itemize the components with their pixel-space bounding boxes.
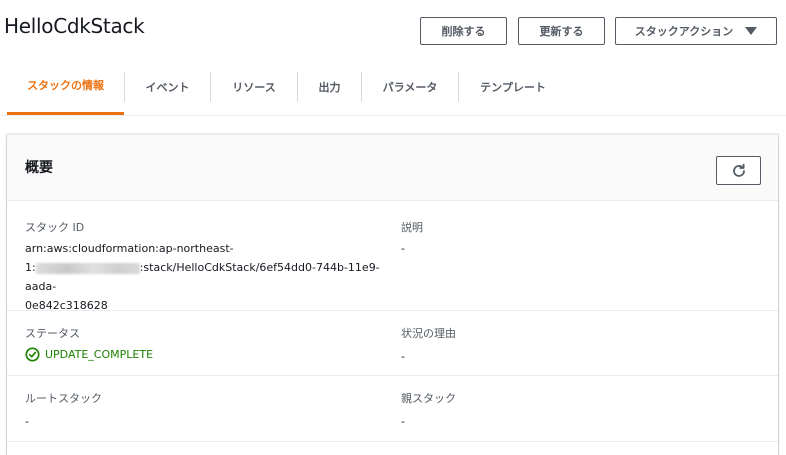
- caret-down-icon: [745, 27, 758, 35]
- overview-panel: 概要 スタック ID arn:aws:cloudformation:ap-nor…: [7, 134, 778, 455]
- redacted-account-id: [35, 262, 140, 274]
- stack-id-line: 1::stack/HelloCdkStack/6ef54dd0-744b-11e…: [25, 258, 385, 296]
- description-value: -: [401, 242, 405, 255]
- description-label: 説明: [401, 221, 423, 234]
- status-label: ステータス: [25, 327, 80, 340]
- overview-title: 概要: [25, 160, 53, 176]
- status-badge: UPDATE_COMPLETE: [25, 347, 153, 362]
- stack-actions-label: スタックアクション: [634, 25, 734, 38]
- parent-stack-value: -: [401, 415, 405, 428]
- overview-header: 概要: [7, 135, 778, 201]
- stack-id-label: スタック ID: [25, 221, 85, 234]
- tab-stack-info[interactable]: スタックの情報: [7, 58, 124, 115]
- delete-button[interactable]: 削除する: [420, 17, 507, 45]
- row-divider: [7, 375, 778, 376]
- status-reason-label: 状況の理由: [401, 327, 456, 340]
- update-button[interactable]: 更新する: [518, 17, 605, 45]
- root-stack-value: -: [25, 415, 29, 428]
- row-divider: [7, 441, 778, 442]
- status-value: UPDATE_COMPLETE: [45, 348, 154, 361]
- row-divider: [7, 310, 778, 311]
- check-circle-icon: [25, 347, 40, 362]
- refresh-button[interactable]: [716, 156, 761, 185]
- tab-template[interactable]: テンプレート: [459, 58, 567, 115]
- status-reason-value: -: [401, 350, 405, 363]
- tab-parameters[interactable]: パラメータ: [362, 58, 458, 115]
- stack-id-line: arn:aws:cloudformation:ap-northeast-: [25, 242, 234, 255]
- stack-id-line: 0e842c318628: [25, 299, 108, 312]
- tab-events[interactable]: イベント: [125, 58, 210, 115]
- parent-stack-label: 親スタック: [401, 392, 456, 405]
- tab-bar: スタックの情報 イベント リソース 出力 パラメータ テンプレート: [0, 58, 786, 116]
- refresh-icon: [732, 163, 745, 177]
- stack-id-value: arn:aws:cloudformation:ap-northeast- 1::…: [25, 239, 385, 315]
- tab-outputs[interactable]: 出力: [298, 58, 361, 115]
- stack-actions-dropdown[interactable]: スタックアクション: [615, 17, 777, 45]
- tab-resources[interactable]: リソース: [211, 58, 297, 115]
- root-stack-label: ルートスタック: [25, 392, 102, 405]
- stack-id-prefix: 1:: [25, 261, 36, 274]
- page-title: HelloCdkStack: [4, 14, 145, 38]
